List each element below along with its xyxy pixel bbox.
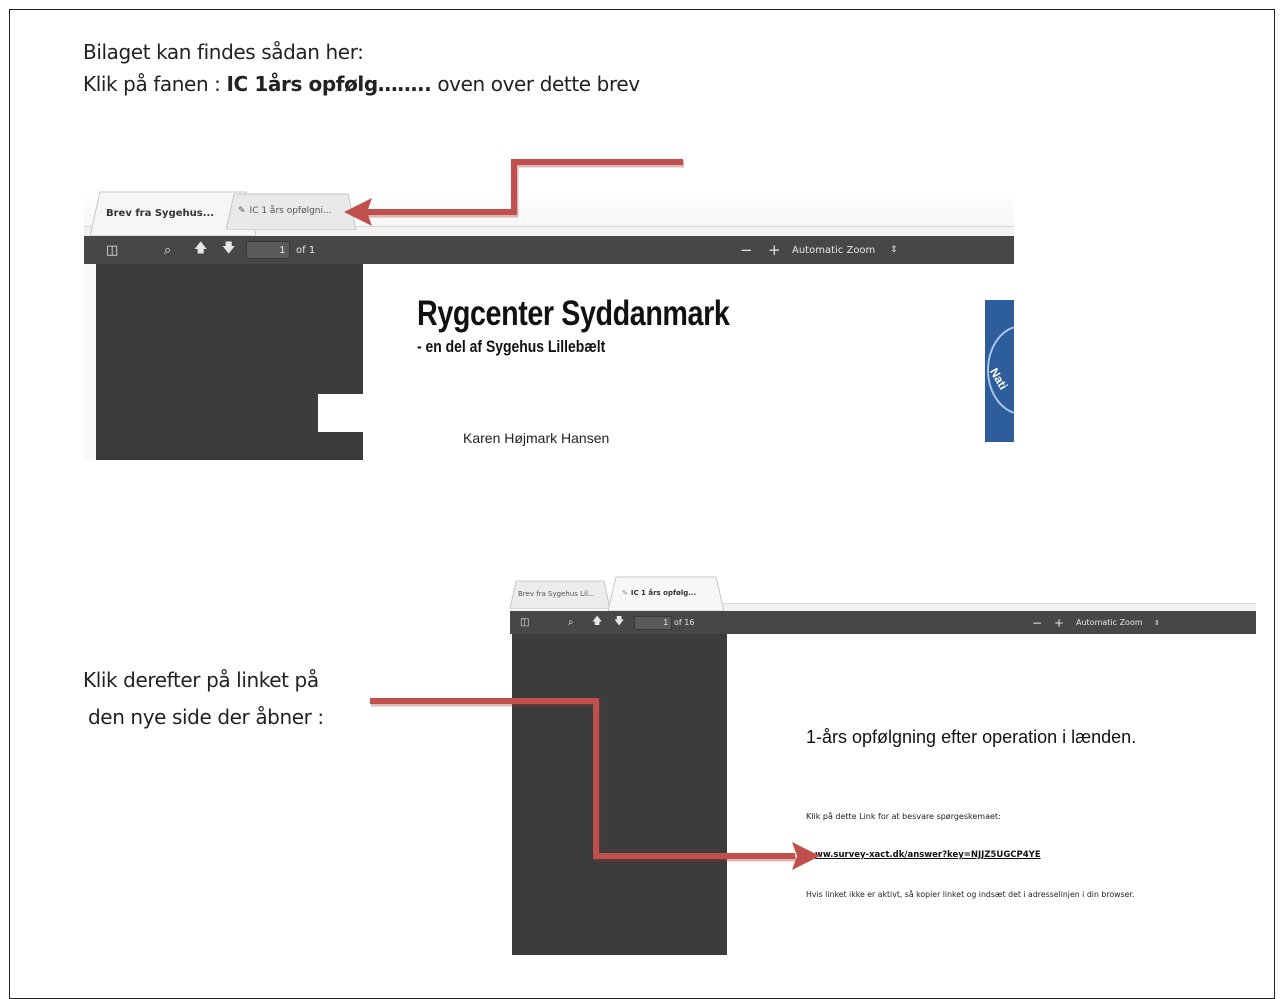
arrow-to-tab [344,159,684,226]
arrow-to-link [370,698,820,870]
annotation-arrows [344,159,820,870]
